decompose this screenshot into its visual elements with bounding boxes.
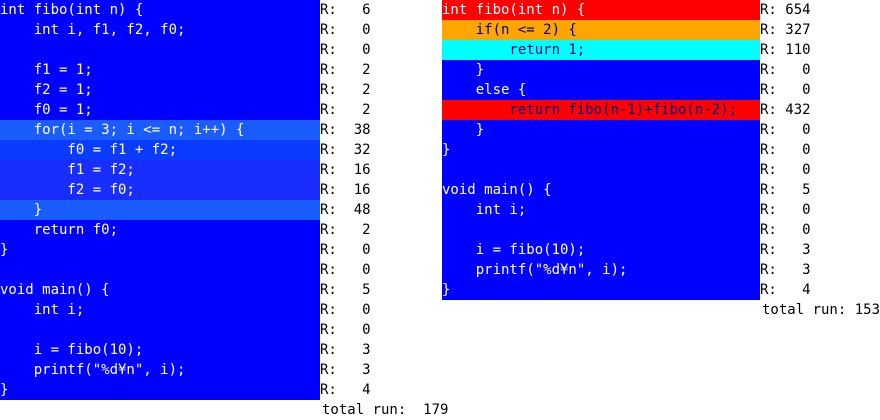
code-line: int i; bbox=[0, 300, 320, 320]
code-line: int i, f1, f2, f0; bbox=[0, 20, 320, 40]
left-total-run: total run: 179 bbox=[322, 402, 449, 418]
code-line: } bbox=[0, 380, 320, 400]
right-count-column: R: 654 R: 327 R: 110 R: 0 R: 0 R: 432 R: 0 R: 0… bbox=[760, 0, 820, 300]
run-count: R: 432 bbox=[760, 100, 820, 120]
run-count: R: 38 bbox=[320, 120, 380, 140]
run-count: R: 5 bbox=[320, 280, 380, 300]
run-count: R: 2 bbox=[320, 220, 380, 240]
run-count: R: 6 bbox=[320, 0, 380, 20]
run-count: R: 4 bbox=[320, 380, 380, 400]
run-count: R: 5 bbox=[760, 180, 820, 200]
run-count: R: 110 bbox=[760, 40, 820, 60]
run-count: R: 0 bbox=[320, 300, 380, 320]
code-line: int fibo(int n) { bbox=[0, 0, 320, 20]
code-line: } bbox=[442, 280, 760, 300]
run-count: R: 0 bbox=[760, 60, 820, 80]
code-line: printf("%d¥n", i); bbox=[442, 260, 760, 280]
code-line: void main() { bbox=[442, 180, 760, 200]
run-count: R: 4 bbox=[760, 280, 820, 300]
run-count: R: 0 bbox=[320, 20, 380, 40]
run-count: R: 2 bbox=[320, 80, 380, 100]
code-line: } bbox=[0, 240, 320, 260]
run-count: R: 0 bbox=[760, 160, 820, 180]
run-count: R: 0 bbox=[320, 240, 380, 260]
code-line: return fibo(n-1)+fibo(n-2); bbox=[442, 100, 760, 120]
code-line: if(n <= 2) { bbox=[442, 20, 760, 40]
code-line: } bbox=[442, 60, 760, 80]
code-line: } bbox=[442, 140, 760, 160]
code-line: f2 = 1; bbox=[0, 80, 320, 100]
code-line: f1 = 1; bbox=[0, 60, 320, 80]
code-line: } bbox=[442, 120, 760, 140]
run-count: R: 0 bbox=[760, 140, 820, 160]
run-count: R: 0 bbox=[320, 40, 380, 60]
code-line: i = fibo(10); bbox=[0, 340, 320, 360]
code-line: f0 = 1; bbox=[0, 100, 320, 120]
run-count: R: 2 bbox=[320, 60, 380, 80]
code-line: i = fibo(10); bbox=[442, 240, 760, 260]
run-count: R: 2 bbox=[320, 100, 380, 120]
run-count: R: 16 bbox=[320, 160, 380, 180]
left-count-column: R: 6 R: 0 R: 0 R: 2 R: 2 R: 2 R: 38 R: 32 R: 16 R… bbox=[320, 0, 380, 400]
run-count: R: 3 bbox=[320, 340, 380, 360]
run-count: R: 32 bbox=[320, 140, 380, 160]
code-line: } bbox=[0, 200, 320, 220]
run-count: R: 0 bbox=[760, 220, 820, 240]
code-line bbox=[442, 220, 760, 240]
code-line bbox=[0, 40, 320, 60]
code-line: int fibo(int n) { bbox=[442, 0, 760, 20]
code-line: printf("%d¥n", i); bbox=[0, 360, 320, 380]
run-count: R: 0 bbox=[760, 120, 820, 140]
run-count: R: 0 bbox=[320, 320, 380, 340]
code-line bbox=[0, 260, 320, 280]
code-line: return 1; bbox=[442, 40, 760, 60]
run-count: R: 16 bbox=[320, 180, 380, 200]
run-count: R: 654 bbox=[760, 0, 820, 20]
code-line bbox=[442, 160, 760, 180]
code-line: f0 = f1 + f2; bbox=[0, 140, 320, 160]
run-count: R: 0 bbox=[320, 260, 380, 280]
run-count: R: 48 bbox=[320, 200, 380, 220]
right-code-panel: int fibo(int n) { if(n <= 2) { return 1;… bbox=[442, 0, 760, 300]
code-line: else { bbox=[442, 80, 760, 100]
run-count: R: 0 bbox=[760, 200, 820, 220]
run-count: R: 3 bbox=[760, 260, 820, 280]
code-line: f2 = f0; bbox=[0, 180, 320, 200]
run-count: R: 0 bbox=[760, 80, 820, 100]
code-line: void main() { bbox=[0, 280, 320, 300]
code-line: int i; bbox=[442, 200, 760, 220]
code-line bbox=[0, 320, 320, 340]
code-line: for(i = 3; i <= n; i++) { bbox=[0, 120, 320, 140]
right-total-run: total run: 1538 bbox=[762, 302, 880, 318]
run-count: R: 3 bbox=[760, 240, 820, 260]
run-count: R: 3 bbox=[320, 360, 380, 380]
left-code-panel: int fibo(int n) { int i, f1, f2, f0; f1 … bbox=[0, 0, 320, 400]
run-count: R: 327 bbox=[760, 20, 820, 40]
code-line: return f0; bbox=[0, 220, 320, 240]
code-line: f1 = f2; bbox=[0, 160, 320, 180]
